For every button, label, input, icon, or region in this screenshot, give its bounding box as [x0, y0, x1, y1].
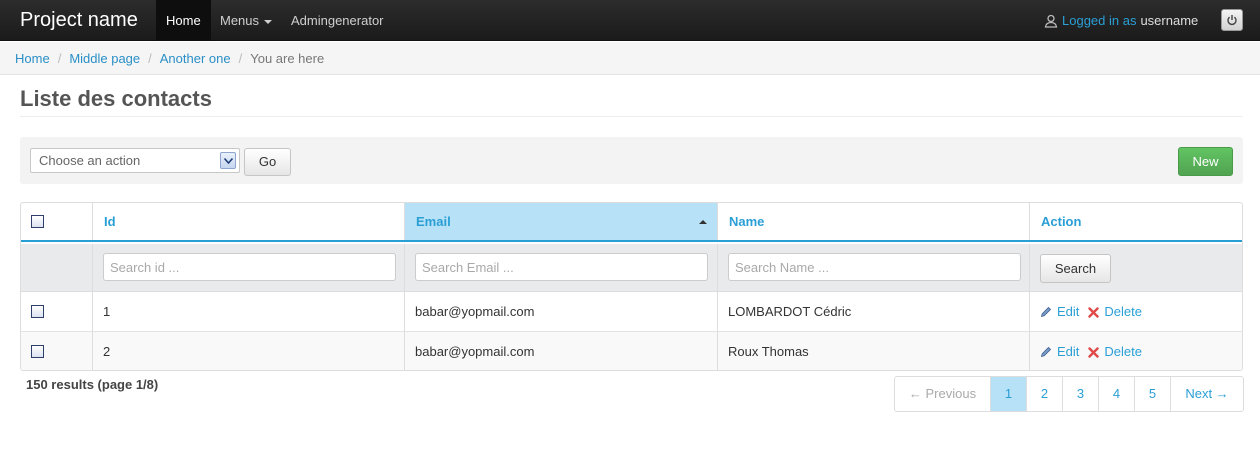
column-header-name[interactable]: Name [717, 203, 1029, 240]
nav-item-admingenerator[interactable]: Admingenerator [281, 0, 394, 41]
filter-empty-cell [21, 244, 92, 291]
sort-ascending-icon [699, 220, 707, 224]
cell-name: Roux Thomas [717, 332, 1029, 370]
batch-action-toolbar: Choose an action Go New [20, 137, 1243, 184]
contacts-table: Id Email Name Action Search 1 babar@yopm… [20, 202, 1243, 371]
cell-actions: Edit Delete [1029, 332, 1242, 370]
cell-name: LOMBARDOT Cédric [717, 292, 1029, 331]
filter-name-cell [717, 244, 1029, 291]
breadcrumb-current: You are here [250, 51, 325, 66]
user-icon [1044, 14, 1058, 32]
delete-cross-icon [1088, 294, 1100, 333]
new-button[interactable]: New [1178, 147, 1233, 176]
filter-row: Search [21, 244, 1242, 292]
pagination-page-3[interactable]: 3 [1062, 377, 1098, 411]
edit-link[interactable]: Edit [1040, 304, 1079, 319]
row-checkbox[interactable] [31, 305, 44, 318]
delete-label: Delete [1104, 304, 1142, 319]
nav-item-menus-label: Menus [220, 13, 260, 28]
pagination-page-2[interactable]: 2 [1026, 377, 1062, 411]
breadcrumb-another-one[interactable]: Another one [160, 51, 231, 66]
top-navbar: Project name Home Menus Admingenerator L… [0, 0, 1260, 41]
batch-action-select[interactable]: Choose an action [30, 148, 240, 173]
pagination-page-4[interactable]: 4 [1098, 377, 1134, 411]
filter-action-cell: Search [1029, 244, 1242, 291]
pencil-icon [1040, 334, 1052, 370]
breadcrumb-separator: / [238, 51, 243, 66]
nav-item-menus[interactable]: Menus [210, 0, 282, 41]
column-header-action: Action [1029, 203, 1242, 240]
caret-down-icon [264, 19, 273, 24]
breadcrumb: Home / Middle page / Another one / You are her… [0, 42, 1260, 75]
results-count: 150 results (page 1/8) [26, 377, 159, 392]
row-checkbox[interactable] [31, 345, 44, 358]
edit-label: Edit [1057, 344, 1080, 359]
search-name-input[interactable] [728, 253, 1021, 281]
filter-id-cell [92, 244, 404, 291]
column-header-email[interactable]: Email [404, 203, 717, 240]
table-row: 2 babar@yopmail.com Roux Thomas Edit Dele… [21, 332, 1242, 370]
pencil-icon [1040, 294, 1052, 333]
search-id-input[interactable] [103, 253, 396, 281]
go-button[interactable]: Go [244, 148, 291, 176]
delete-label: Delete [1104, 344, 1142, 359]
delete-cross-icon [1088, 334, 1100, 370]
nav-item-home-label: Home [166, 13, 201, 28]
chevron-down-icon[interactable] [220, 152, 236, 169]
pagination: ← Previous 1 2 3 4 5 Next → [894, 376, 1244, 412]
cell-actions: Edit Delete [1029, 292, 1242, 331]
cell-id: 2 [92, 332, 404, 370]
search-button[interactable]: Search [1040, 254, 1111, 283]
filter-email-cell [404, 244, 717, 291]
search-email-input[interactable] [415, 253, 708, 281]
breadcrumb-middle-page[interactable]: Middle page [69, 51, 140, 66]
logged-in-link[interactable]: Logged in as [1062, 13, 1136, 28]
pagination-page-5[interactable]: 5 [1134, 377, 1170, 411]
row-select-cell [21, 332, 92, 370]
title-divider [20, 116, 1243, 117]
edit-link[interactable]: Edit [1040, 344, 1079, 359]
nav-item-home[interactable]: Home [156, 0, 211, 41]
delete-link[interactable]: Delete [1088, 344, 1142, 359]
cell-id: 1 [92, 292, 404, 331]
column-header-email-label: Email [416, 214, 451, 229]
delete-link[interactable]: Delete [1088, 304, 1142, 319]
column-header-id[interactable]: Id [92, 203, 404, 240]
header-select-all-cell [21, 203, 92, 240]
cell-email: babar@yopmail.com [404, 292, 717, 331]
breadcrumb-home[interactable]: Home [15, 51, 50, 66]
select-all-checkbox[interactable] [31, 215, 44, 228]
logout-button[interactable] [1221, 9, 1243, 31]
breadcrumb-separator: / [148, 51, 152, 66]
pagination-previous[interactable]: ← Previous [895, 377, 990, 411]
pagination-page-1[interactable]: 1 [990, 377, 1026, 411]
breadcrumb-separator: / [57, 51, 62, 66]
edit-label: Edit [1057, 304, 1080, 319]
row-select-cell [21, 292, 92, 331]
brand-link[interactable]: Project name [20, 8, 138, 32]
table-header-row: Id Email Name Action [21, 203, 1242, 242]
power-icon [1227, 15, 1237, 26]
cell-email: babar@yopmail.com [404, 332, 717, 370]
table-row: 1 babar@yopmail.com LOMBARDOT Cédric Edi… [21, 292, 1242, 332]
pagination-next[interactable]: Next → [1170, 377, 1243, 411]
nav-item-admingenerator-label: Admingenerator [291, 13, 384, 28]
user-status: Logged in as username [1044, 13, 1198, 32]
page-title: Liste des contacts [20, 86, 212, 111]
batch-action-select-value: Choose an action [39, 153, 141, 168]
username-label: username [1140, 13, 1199, 28]
